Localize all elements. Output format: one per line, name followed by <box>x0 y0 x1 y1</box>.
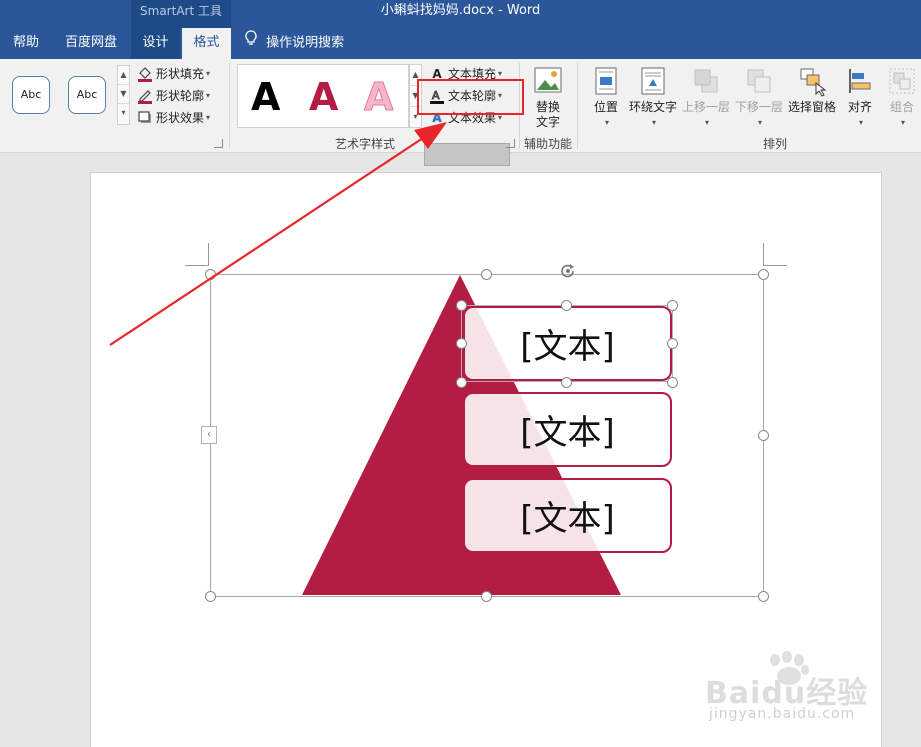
annotation-arrow-shaft <box>109 135 427 346</box>
annotation-arrow-head <box>414 122 447 149</box>
watermark-url: jingyan.baidu.com <box>709 706 856 722</box>
baidu-jingyan-watermark: Baidu经验 jingyan.baidu.com <box>705 648 875 728</box>
annotation-arrow <box>109 122 447 346</box>
